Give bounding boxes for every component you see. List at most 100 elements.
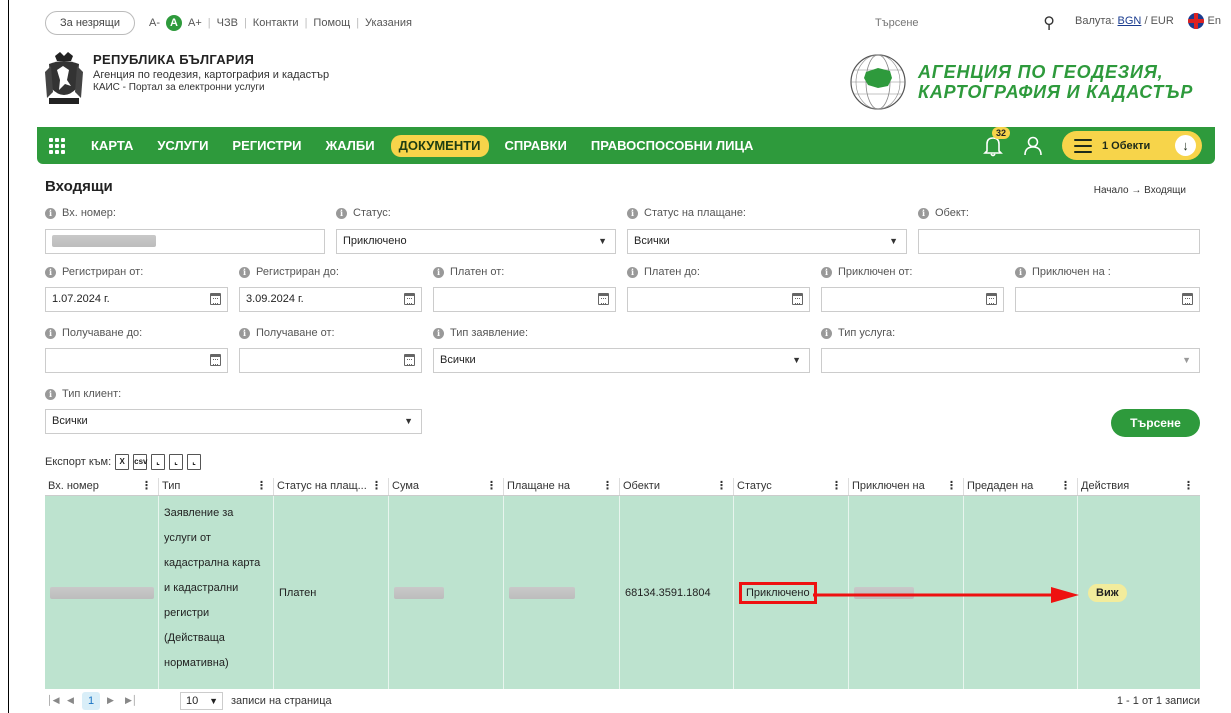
breadcrumb-home[interactable]: Начало [1094,185,1129,196]
cell-actions: Виж [1078,496,1200,689]
instructions-link[interactable]: Указания [365,17,412,29]
chevron-down-icon: ▼ [404,416,413,426]
currency-eur[interactable]: EUR [1151,15,1174,27]
column-header[interactable]: Статус на плащ... ⋮ [274,478,389,495]
receipt-from-date[interactable] [239,348,422,373]
objects-cart-button[interactable]: 1 Обекти ↓ [1062,131,1202,160]
nav-item-licensed-persons[interactable]: ПРАВОСПОСОБНИ ЛИЦА [579,136,766,156]
nav-item-registers[interactable]: РЕГИСТРИ [220,136,313,156]
info-icon: i [1015,266,1026,278]
search-icon[interactable]: ⚲ [1043,13,1055,33]
calendar-icon[interactable] [598,293,609,305]
nav-item-complaints[interactable]: ЖАЛБИ [314,136,387,156]
next-page-icon[interactable]: ▶ [107,695,114,706]
column-header[interactable]: Тип ⋮ [159,478,274,495]
help-link[interactable]: Помощ [313,17,350,29]
view-button[interactable]: Виж [1088,583,1127,602]
paid-from-date[interactable] [433,287,616,312]
closed-from-date[interactable] [821,287,1004,312]
pdf-icon[interactable]: ⌞ [187,454,202,470]
cell-payment-date [504,496,620,689]
calendar-icon[interactable] [210,354,221,366]
republic-title: РЕПУБЛИКА БЪЛГАРИЯ [93,52,255,67]
cell-type: Заявление за услуги от кадастрална карта… [159,496,274,689]
pdf-icon[interactable]: ⌞ [169,454,184,470]
cell-objects: 68134.3591.1804 [620,496,734,689]
column-header[interactable]: Действия ⋮ [1078,478,1200,495]
client-type-select[interactable]: Всички ▼ [45,409,422,434]
calendar-icon[interactable] [404,293,415,305]
page-number[interactable]: 1 [82,692,100,710]
first-page-icon[interactable]: │◀ [47,695,60,706]
payment-status-select[interactable]: Всички ▼ [627,229,907,254]
currency-bgn[interactable]: BGN [1118,15,1142,27]
font-normal-button[interactable]: A [166,15,182,31]
agency-globe-logo-icon [850,54,906,110]
site-search-input[interactable] [875,11,1035,35]
branding-text: РЕПУБЛИКА БЪЛГАРИЯ Агенция по геодезия, … [93,52,329,110]
search-button[interactable]: Търсене [1111,409,1200,437]
service-type-select[interactable]: ▼ [821,348,1200,373]
government-branding[interactable]: РЕПУБЛИКА БЪЛГАРИЯ Агенция по геодезия, … [45,52,329,110]
calendar-icon[interactable] [210,293,221,305]
redacted-value [50,586,154,599]
xls-icon[interactable]: X [115,454,130,470]
incoming-number-input[interactable] [45,229,325,254]
prev-page-icon[interactable]: ◀ [67,695,74,706]
service-type-label: i Тип услуга: [821,327,895,339]
font-smaller-button[interactable]: A- [149,17,160,29]
page-size-label: записи на страница [231,695,332,707]
column-header[interactable]: Сума ⋮ [389,478,504,495]
nav-items: КАРТА УСЛУГИ РЕГИСТРИ ЖАЛБИ ДОКУМЕНТИ СП… [49,127,765,164]
paid-to-date[interactable] [627,287,810,312]
closed-on-date[interactable] [1015,287,1200,312]
agency-name-line2: КАРТОГРАФИЯ И КАДАСТЪР [918,82,1194,102]
menu-icon [1074,138,1092,153]
nav-item-map[interactable]: КАРТА [79,136,145,156]
pdf-icon[interactable]: ⌞ [151,454,166,470]
nav-item-documents[interactable]: ДОКУМЕНТИ [390,134,489,157]
calendar-icon[interactable] [792,293,803,305]
registered-to-date[interactable]: 3.09.2024 г. [239,287,422,312]
breadcrumb-current: Входящи [1144,185,1186,196]
export-toolbar: Експорт към: X csv ⌞ ⌞ ⌞ [45,454,202,470]
column-header[interactable]: Плащане на ⋮ [504,478,620,495]
chevron-down-icon: ▼ [792,355,801,365]
accessibility-button[interactable]: За незрящи [45,11,135,35]
coat-of-arms-icon [45,52,83,104]
user-icon[interactable] [1023,135,1043,157]
column-header[interactable]: Обекти ⋮ [620,478,734,495]
nav-item-services[interactable]: УСЛУГИ [145,136,220,156]
calendar-icon[interactable] [1182,293,1193,305]
agency-branding[interactable]: АГЕНЦИЯ ПО ГЕОДЕЗИЯ, КАРТОГРАФИЯ И КАДАС… [848,52,1193,112]
notification-badge: 32 [992,127,1011,139]
status-select[interactable]: Приключено ▼ [336,229,616,254]
separator: | [243,17,247,29]
faq-link[interactable]: ЧЗВ [217,17,238,29]
application-type-select[interactable]: Всички ▼ [433,348,810,373]
receipt-to-date[interactable] [45,348,228,373]
object-input[interactable] [918,229,1200,254]
csv-icon[interactable]: csv [133,454,147,470]
calendar-icon[interactable] [404,354,415,366]
nav-item-references[interactable]: СПРАВКИ [493,136,579,156]
registered-from-date[interactable]: 1.07.2024 г. [45,287,228,312]
page-size-select[interactable]: 10 ▼ [180,692,223,710]
download-arrow-icon[interactable]: ↓ [1175,135,1196,156]
separator: | [356,17,360,29]
column-header[interactable]: Статус ⋮ [734,478,849,495]
last-page-icon[interactable]: ▶│ [125,695,138,706]
font-larger-button[interactable]: A+ [188,17,202,29]
info-icon: i [336,207,347,219]
site-search: ⚲ [875,11,1055,35]
contacts-link[interactable]: Контакти [253,17,299,29]
apps-grid-icon[interactable] [49,137,65,154]
column-header[interactable]: Приключен на ⋮ [849,478,964,495]
utility-links: A- A A+ | ЧЗВ | Контакти | Помощ | Указа… [149,15,412,31]
language-switch[interactable]: En [1187,13,1221,29]
column-header[interactable]: Вх. номер ⋮ [45,478,159,495]
column-header[interactable]: Предаден на ⋮ [964,478,1078,495]
status-label: i Статус: [336,207,391,219]
paid-from-label: i Платен от: [433,266,504,278]
calendar-icon[interactable] [986,293,997,305]
